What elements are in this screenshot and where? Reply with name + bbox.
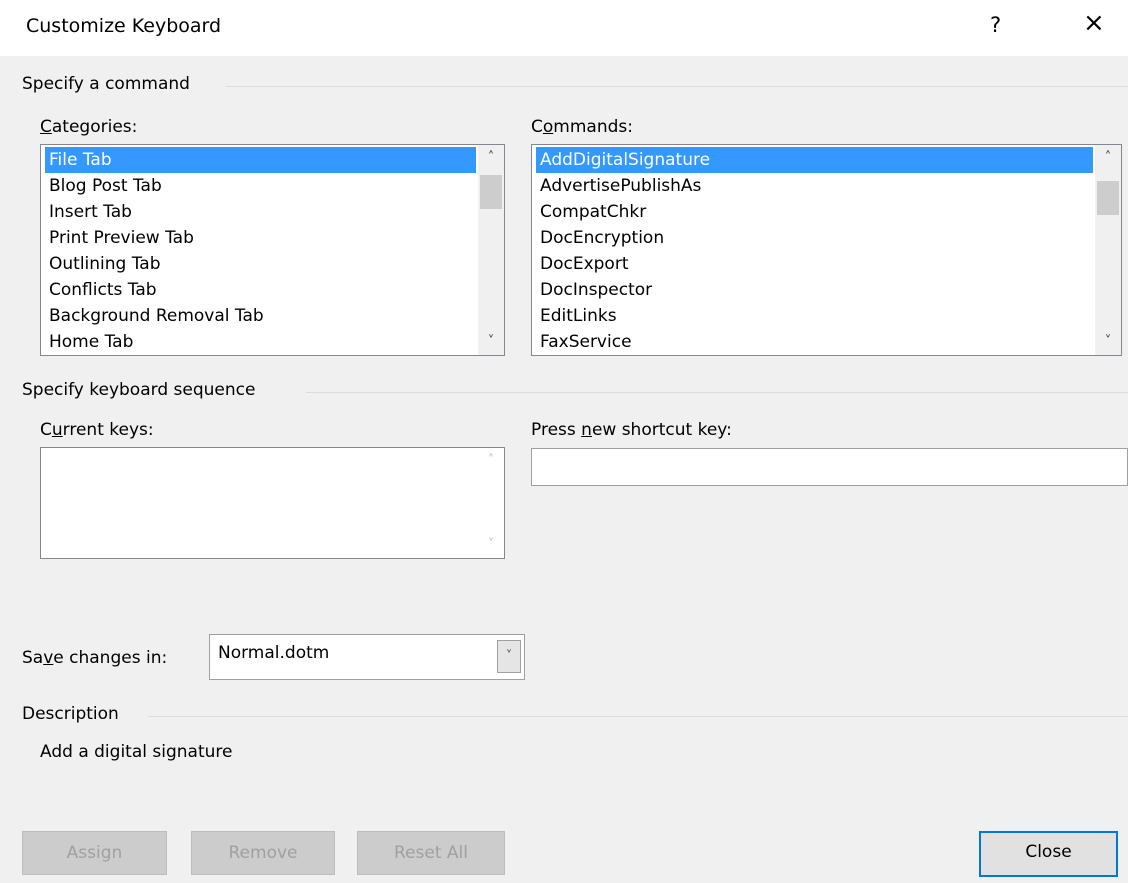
dialog-title: Customize Keyboard bbox=[26, 15, 222, 37]
chevron-up-icon[interactable]: ˄ bbox=[1095, 145, 1121, 171]
new-shortcut-input[interactable] bbox=[531, 448, 1128, 486]
categories-items: File Tab Blog Post Tab Insert Tab Print Pre… bbox=[45, 147, 476, 355]
description-text: Add a digital signature bbox=[40, 742, 233, 762]
close-button[interactable]: Close bbox=[979, 831, 1118, 877]
list-item[interactable]: Outlining Tab bbox=[45, 251, 476, 277]
reset-all-button[interactable]: Reset All bbox=[357, 831, 505, 875]
categories-label: Categories: bbox=[40, 117, 138, 137]
save-changes-label: Save changes in: bbox=[22, 648, 168, 668]
chevron-up-icon: ˄ bbox=[487, 453, 495, 468]
specify-keyboard-header: Specify keyboard sequence bbox=[22, 380, 256, 400]
scroll-thumb[interactable] bbox=[1097, 181, 1119, 215]
chevron-down-icon[interactable]: ˅ bbox=[478, 329, 504, 355]
commands-items: AddDigitalSignature AdvertisePublishAs Com… bbox=[536, 147, 1093, 355]
description-header: Description bbox=[22, 704, 119, 724]
list-item[interactable]: DocExport bbox=[536, 251, 1093, 277]
categories-listbox[interactable]: File Tab Blog Post Tab Insert Tab Print Pre… bbox=[40, 144, 505, 356]
close-icon[interactable]: × bbox=[1083, 10, 1105, 36]
commands-listbox[interactable]: AddDigitalSignature AdvertisePublishAs Com… bbox=[531, 144, 1122, 356]
current-keys-listbox[interactable]: ˄ ˅ bbox=[40, 447, 505, 559]
list-item[interactable]: Print Preview Tab bbox=[45, 225, 476, 251]
list-item[interactable]: Blog Post Tab bbox=[45, 173, 476, 199]
divider bbox=[226, 86, 1128, 87]
list-item[interactable]: EditLinks bbox=[536, 303, 1093, 329]
chevron-down-icon[interactable]: ˅ bbox=[1095, 329, 1121, 355]
list-item[interactable]: AdvertisePublishAs bbox=[536, 173, 1093, 199]
scroll-thumb[interactable] bbox=[480, 175, 502, 209]
list-item[interactable]: Conflicts Tab bbox=[45, 277, 476, 303]
list-item[interactable]: FaxService bbox=[536, 329, 1093, 355]
help-button[interactable]: ? bbox=[990, 13, 1001, 37]
chevron-down-icon: ˅ bbox=[487, 537, 495, 552]
current-keys-label: Current keys: bbox=[40, 420, 154, 440]
press-new-shortcut-label: Press new shortcut key: bbox=[531, 420, 732, 440]
remove-button[interactable]: Remove bbox=[191, 831, 335, 875]
commands-label: Commands: bbox=[531, 117, 633, 137]
categories-scrollbar[interactable]: ˄ ˅ bbox=[478, 145, 504, 355]
divider bbox=[306, 392, 1128, 393]
divider bbox=[148, 716, 1128, 717]
list-item[interactable]: DocInspector bbox=[536, 277, 1093, 303]
specify-command-header: Specify a command bbox=[22, 74, 190, 94]
current-keys-scrollbar: ˄ ˅ bbox=[478, 448, 504, 558]
list-item[interactable]: CompatChkr bbox=[536, 199, 1093, 225]
list-item[interactable]: Background Removal Tab bbox=[45, 303, 476, 329]
save-changes-value: Normal.dotm bbox=[218, 643, 330, 663]
commands-scrollbar[interactable]: ˄ ˅ bbox=[1095, 145, 1121, 355]
assign-button[interactable]: Assign bbox=[22, 831, 167, 875]
list-item[interactable]: DocEncryption bbox=[536, 225, 1093, 251]
list-item[interactable]: AddDigitalSignature bbox=[536, 147, 1093, 173]
list-item[interactable]: File Tab bbox=[45, 147, 476, 173]
chevron-down-icon[interactable]: ˅ bbox=[497, 640, 521, 673]
title-bar: Customize Keyboard ? × bbox=[0, 0, 1128, 56]
list-item[interactable]: Home Tab bbox=[45, 329, 476, 355]
save-changes-dropdown[interactable]: Normal.dotm ˅ bbox=[209, 634, 525, 680]
chevron-up-icon[interactable]: ˄ bbox=[478, 145, 504, 171]
list-item[interactable]: Insert Tab bbox=[45, 199, 476, 225]
